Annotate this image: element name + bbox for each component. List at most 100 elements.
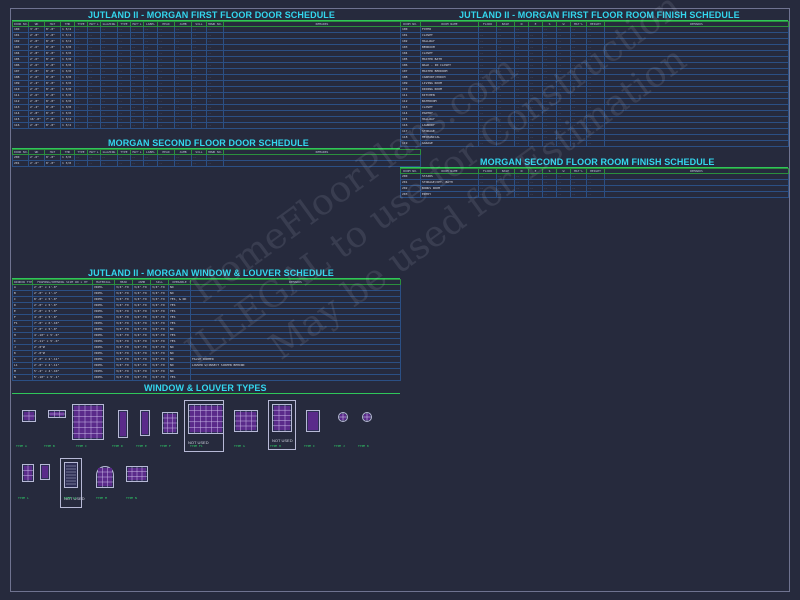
table-cell: 3/4"-TO	[114, 374, 133, 381]
window-glazing	[49, 411, 65, 417]
window-type-drawing	[362, 412, 372, 422]
window-glazing	[142, 412, 148, 434]
table-cell: 203	[400, 191, 421, 198]
window-glazing	[97, 467, 113, 487]
table-cell: --	[174, 122, 192, 129]
table-cell: --	[542, 140, 557, 147]
glass-pane	[274, 406, 290, 430]
first-floor-door-table: DOOR NO. WD HGT THK TYPE MAT'L GLAZING TYPE MAT'…	[12, 21, 421, 129]
table-cell: 1 3/8	[60, 160, 75, 167]
window-type-drawing	[72, 404, 104, 440]
table-cell: --	[570, 191, 587, 198]
window-glazing	[120, 412, 126, 436]
table-cell: --	[528, 191, 543, 198]
table-cell: --	[87, 160, 101, 167]
window-type-drawing	[118, 410, 128, 438]
second-floor-room-table: ROOM NO. ROOM NAME FLOOR BASE N E S W MAT'L HEIGH…	[400, 168, 789, 198]
table-cell: --	[191, 160, 207, 167]
table-cell: --	[130, 160, 144, 167]
window-glazing	[235, 411, 257, 431]
table-cell: --	[130, 122, 144, 129]
table-cell: --	[586, 140, 605, 147]
table-cell: GARAGE	[420, 140, 479, 147]
window-type-drawing	[22, 464, 34, 482]
table-cell: --	[556, 191, 571, 198]
glass-pane	[308, 412, 318, 430]
table-cell: --	[478, 191, 497, 198]
window-type-drawing	[126, 466, 148, 482]
table-cell: 8'-0"	[44, 160, 61, 167]
window-glazing	[127, 467, 147, 481]
window-type-drawing	[22, 410, 36, 422]
window-glazing	[363, 413, 371, 421]
table-cell: --	[100, 160, 118, 167]
window-type-label: TYPE K	[358, 444, 369, 448]
first-floor-room-table: ROOM NO. ROOM NAME FLOOR BASE N E S W MAT'L HEIGH…	[400, 21, 789, 147]
window-type-label: TYPE J	[334, 444, 345, 448]
window-type-label: TYPE F	[160, 444, 171, 448]
window-glazing	[73, 405, 103, 439]
table-cell: 2'-8"	[28, 122, 45, 129]
table-cell: 2'-6"	[28, 160, 45, 167]
table-cell: VINYL	[92, 374, 115, 381]
table-cell: N	[12, 374, 33, 381]
table-cell: 116	[12, 122, 29, 129]
first-floor-door-title: JUTLAND II - MORGAN FIRST FLOOR DOOR SCH…	[88, 10, 335, 20]
window-type-label: TYPE F1	[190, 444, 203, 448]
window-glazing	[308, 412, 318, 430]
table-cell: --	[191, 122, 207, 129]
table-cell: --	[117, 122, 131, 129]
window-glazing	[163, 413, 177, 433]
window-type-drawing	[48, 410, 66, 418]
second-floor-room-title: MORGAN SECOND FLOOR ROOM FINISH SCHEDULE	[480, 157, 715, 167]
table-cell: --	[478, 140, 497, 147]
second-floor-door-table: DOOR NO. WD HGT THK TYPE MAT'L GLAZING TYPE MAT'…	[12, 149, 421, 167]
window-louver-title: JUTLAND II - MORGAN WINDOW & LOUVER SCHE…	[88, 268, 334, 278]
table-row: 119 GARAGE -- -- -- -- -- -- -- --	[400, 140, 789, 147]
window-type-drawing	[272, 404, 292, 432]
table-cell	[604, 140, 789, 147]
table-cell: ENTRY	[420, 191, 479, 198]
table-cell: --	[496, 140, 515, 147]
table-cell: --	[157, 122, 175, 129]
table-cell	[223, 160, 421, 167]
window-type-drawing	[338, 412, 348, 422]
window-type-label: TYPE D	[112, 444, 123, 448]
table-row: 201 2'-6" 8'-0" 1 3/8 -- -- -- -- -- -- -- -- -- --	[12, 160, 421, 167]
window-glazing	[66, 464, 76, 486]
window-type-label: TYPE B	[44, 444, 55, 448]
glass-pane	[142, 412, 148, 434]
window-type-drawing	[306, 410, 320, 432]
table-row: N 5'-10" x 5'-1" VINYL 3/4"-TO 3/4"-TO 3/4"-T…	[12, 374, 401, 381]
table-cell: --	[570, 140, 587, 147]
window-type-label: TYPE C	[76, 444, 87, 448]
table-cell: --	[143, 160, 158, 167]
table-cell: --	[514, 140, 529, 147]
table-cell: --	[528, 140, 543, 147]
table-row: 203 ENTRY -- -- -- -- -- -- -- --	[400, 191, 789, 198]
table-cell: --	[556, 140, 571, 147]
window-glazing	[23, 465, 33, 481]
window-glazing	[42, 466, 48, 478]
table-cell: --	[586, 191, 605, 198]
window-type-label: TYPE L1	[64, 496, 77, 500]
window-type-label: TYPE A	[16, 444, 27, 448]
window-type-label: TYPE I	[304, 444, 315, 448]
window-type-label: TYPE L	[18, 496, 29, 500]
window-types-rule	[12, 393, 400, 394]
window-glazing	[339, 413, 347, 421]
glass-pane	[42, 466, 48, 478]
table-cell: --	[542, 191, 557, 198]
window-glazing	[273, 405, 291, 431]
window-type-drawing	[40, 464, 50, 480]
table-cell: --	[174, 160, 192, 167]
table-cell	[223, 122, 421, 129]
table-cell	[190, 374, 401, 381]
table-cell: --	[206, 122, 224, 129]
table-cell: --	[143, 122, 158, 129]
table-cell: --	[206, 160, 224, 167]
window-type-label: TYPE G	[234, 444, 245, 448]
window-type-label: TYPE H	[270, 444, 281, 448]
table-cell: --	[74, 160, 88, 167]
table-cell: --	[117, 160, 131, 167]
